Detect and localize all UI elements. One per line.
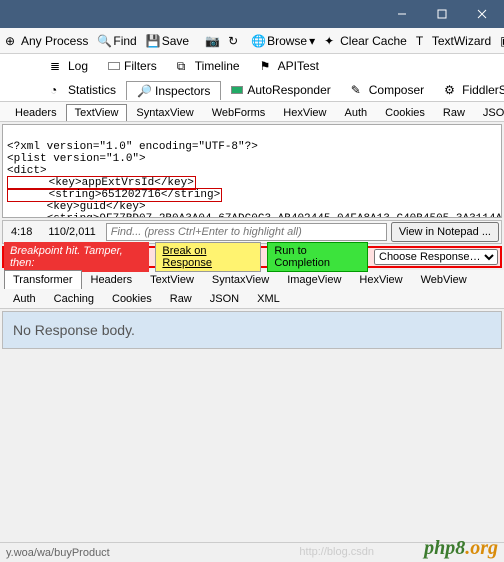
blog-watermark: http://blog.csdn <box>299 546 374 558</box>
clear-icon: ✦ <box>324 34 338 48</box>
session-tabs: ≣Log Filters ⧉Timeline ⚑APITest ◔Statist… <box>0 54 504 102</box>
any-process-button[interactable]: ⊕Any Process <box>2 34 91 48</box>
resptab-caching[interactable]: Caching <box>45 289 103 308</box>
xml-line: <plist version="1.0"> <box>7 153 146 165</box>
reqtab-textview[interactable]: TextView <box>66 104 128 121</box>
xml-highlighted-line: <string>651202716</string> <box>7 188 222 202</box>
main-toolbar: ⊕Any Process 🔍Find 💾Save 📷 ↻ 🌐Browse ▾ ✦… <box>0 28 504 54</box>
resptab-hexview[interactable]: HexView <box>350 270 411 289</box>
xml-line: <string>9F77BD07.2B0A3A04.67ADC0C3.AB402… <box>7 213 502 218</box>
find-bar: 4:18 110/2,011 View in Notepad ... <box>2 220 502 244</box>
cursor-position: 4:18 <box>5 226 38 238</box>
breakpoint-label: Breakpoint hit. Tamper, then: <box>4 242 149 272</box>
tab-apitest[interactable]: ⚑APITest <box>250 57 329 75</box>
title-bar <box>0 0 504 28</box>
resptab-transformer[interactable]: Transformer <box>4 270 82 289</box>
resptab-imageview[interactable]: ImageView <box>278 270 350 289</box>
maximize-button[interactable] <box>422 1 462 27</box>
reqtab-webforms[interactable]: WebForms <box>203 104 275 121</box>
tab-inspectors[interactable]: 🔎Inspectors <box>126 81 221 100</box>
stats-icon: ◔ <box>50 83 64 97</box>
reqtab-hexview[interactable]: HexView <box>274 104 335 121</box>
view-in-notepad-button[interactable]: View in Notepad ... <box>391 222 499 242</box>
breakpoint-bar: Breakpoint hit. Tamper, then: Break on R… <box>2 246 502 268</box>
find-button[interactable]: 🔍Find <box>94 34 139 48</box>
camera-icon: 📷 <box>205 34 219 48</box>
script-icon: ⚙ <box>444 83 458 97</box>
refresh-button[interactable]: ↻ <box>225 34 245 48</box>
response-tabs: Transformer Headers TextView SyntaxView … <box>0 270 504 309</box>
checkbox-on-icon <box>231 86 243 94</box>
composer-icon: ✎ <box>351 83 365 97</box>
save-button[interactable]: 💾Save <box>143 34 192 48</box>
resptab-raw[interactable]: Raw <box>161 289 201 308</box>
resptab-headers[interactable]: Headers <box>82 270 142 289</box>
log-icon: ≣ <box>50 59 64 73</box>
reqtab-raw[interactable]: Raw <box>434 104 474 121</box>
resptab-syntaxview[interactable]: SyntaxView <box>203 270 278 289</box>
tab-timeline[interactable]: ⧉Timeline <box>167 57 250 75</box>
refresh-icon: ↻ <box>228 34 242 48</box>
tab-log[interactable]: ≣Log <box>40 57 98 75</box>
apitest-icon: ⚑ <box>260 59 274 73</box>
inspect-icon: 🔎 <box>137 84 151 98</box>
textwizard-button[interactable]: TTextWizard <box>413 34 494 48</box>
minimize-button[interactable] <box>382 1 422 27</box>
tab-filters[interactable]: Filters <box>98 57 167 75</box>
reqtab-headers[interactable]: Headers <box>6 104 66 121</box>
resptab-auth[interactable]: Auth <box>4 289 45 308</box>
choose-response-select[interactable]: Choose Response… <box>374 249 498 265</box>
reqtab-auth[interactable]: Auth <box>336 104 377 121</box>
browse-button[interactable]: 🌐Browse ▾ <box>248 34 318 48</box>
wizard-icon: T <box>416 34 430 48</box>
tab-fiddlerscript[interactable]: ⚙FiddlerScript <box>434 81 504 99</box>
reqtab-syntaxview[interactable]: SyntaxView <box>127 104 202 121</box>
status-path: y.woa/wa/buyProduct <box>6 547 110 559</box>
binoculars-icon: 🔍 <box>97 34 111 48</box>
request-textview[interactable]: <?xml version="1.0" encoding="UTF-8"?> <… <box>2 124 502 218</box>
reqtab-json[interactable]: JSON <box>474 104 504 121</box>
tearoff-button[interactable]: ▣Tearoff <box>497 34 504 48</box>
target-icon: ⊕ <box>5 34 19 48</box>
xml-line: <?xml version="1.0" encoding="UTF-8"?> <box>7 141 258 153</box>
reqtab-cookies[interactable]: Cookies <box>376 104 434 121</box>
run-to-completion-button[interactable]: Run to Completion <box>267 242 368 272</box>
timeline-icon: ⧉ <box>177 59 191 73</box>
xml-line: <key>guid</key> <box>7 201 146 213</box>
response-body: No Response body. <box>2 311 502 349</box>
checkbox-icon <box>108 62 120 70</box>
camera-button[interactable]: 📷 <box>202 34 222 48</box>
resptab-xml[interactable]: XML <box>248 289 289 308</box>
resptab-json[interactable]: JSON <box>201 289 248 308</box>
close-button[interactable] <box>462 1 502 27</box>
cursor-range: 110/2,011 <box>42 226 101 238</box>
resptab-cookies[interactable]: Cookies <box>103 289 161 308</box>
clear-cache-button[interactable]: ✦Clear Cache <box>321 34 410 48</box>
tab-autoresponder[interactable]: AutoResponder <box>221 81 340 99</box>
tab-statistics[interactable]: ◔Statistics <box>40 81 126 99</box>
find-input[interactable] <box>106 223 387 241</box>
disk-icon: 💾 <box>146 34 160 48</box>
tearoff-icon: ▣ <box>500 34 504 48</box>
resptab-webview[interactable]: WebView <box>412 270 476 289</box>
php8-watermark: php8.org <box>424 537 498 560</box>
resptab-textview[interactable]: TextView <box>141 270 203 289</box>
tab-composer[interactable]: ✎Composer <box>341 81 434 99</box>
request-tabs: Headers TextView SyntaxView WebForms Hex… <box>0 102 504 122</box>
globe-icon: 🌐 <box>251 34 265 48</box>
break-on-response-button[interactable]: Break on Response <box>155 242 261 272</box>
